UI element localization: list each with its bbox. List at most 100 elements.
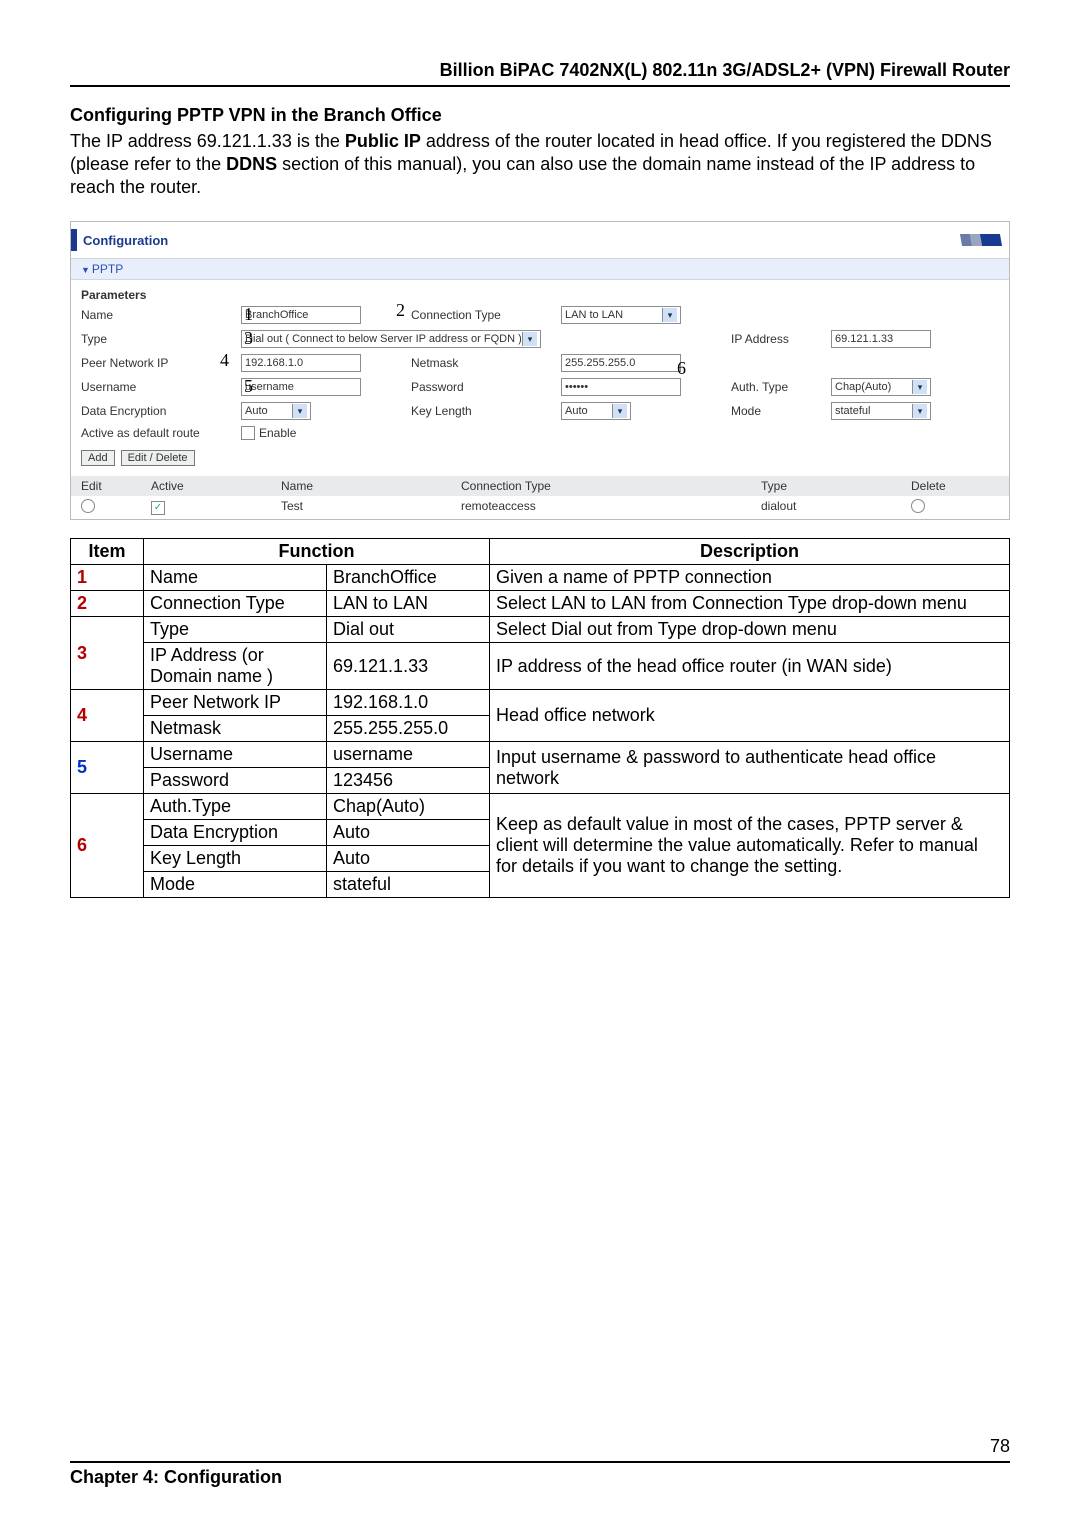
fn-name: IP Address (or Domain name ) [144,643,327,690]
enable-checkbox[interactable] [241,426,255,440]
netmask-input[interactable]: 255.255.255.0 [561,354,681,372]
key-length-label: Key Length [411,404,561,418]
table-row: 5 Username username Input username & pas… [71,742,1010,768]
fn-val: username [327,742,490,768]
description-table: Item Function Description 1 Name BranchO… [70,538,1010,898]
edit-radio[interactable] [81,499,95,513]
fn-val: 192.168.1.0 [327,690,490,716]
enable-label: Enable [259,426,296,440]
listing-row: ✓ Test remoteaccess dialout [71,496,1009,519]
chevron-down-icon: ▾ [912,380,927,394]
desc-1: Given a name of PPTP connection [490,565,1010,591]
body-paragraph: The IP address 69.121.1.33 is the Public… [70,130,1010,199]
type-value: Dial out ( Connect to below Server IP ad… [245,333,522,345]
netmask-label: Netmask [411,356,561,370]
fn-name: Mode [144,872,327,898]
add-button[interactable]: Add [81,450,115,466]
body-text-1: The IP address 69.121.1.33 is the [70,131,345,151]
mode-value: stateful [835,405,870,417]
section-title: Configuring PPTP VPN in the Branch Offic… [70,105,1010,126]
desc-6: Keep as default value in most of the cas… [490,794,1010,898]
table-row: 6 Auth.Type Chap(Auto) Keep as default v… [71,794,1010,820]
desc-3a: Select Dial out from Type drop-down menu [490,617,1010,643]
type-label: Type [81,332,241,346]
delete-radio[interactable] [911,499,925,513]
table-row: 3 Type Dial out Select Dial out from Typ… [71,617,1010,643]
pptp-tab-label: PPTP [92,262,123,276]
desc-5: Input username & password to authenticat… [490,742,1010,794]
parameters-section: Parameters 1 2 3 4 5 6 Name BranchOffice… [71,280,1009,476]
peer-ip-input[interactable]: 192.168.1.0 [241,354,361,372]
fn-val: LAN to LAN [327,591,490,617]
password-label: Password [411,380,561,394]
body-bold-2: DDNS [226,154,277,174]
chevron-down-icon: ▾ [292,404,307,418]
item-2: 2 [71,591,144,617]
brand-logo [961,234,1001,246]
name-input[interactable]: BranchOffice [241,306,361,324]
desc-4: Head office network [490,690,1010,742]
table-row: 1 Name BranchOffice Given a name of PPTP… [71,565,1010,591]
col-active: Active [151,479,281,493]
col-description: Description [490,539,1010,565]
col-item: Item [71,539,144,565]
data-encryption-label: Data Encryption [81,404,241,418]
fn-name: Name [144,565,327,591]
parameters-heading: Parameters [81,284,999,306]
table-row: 4 Peer Network IP 192.168.1.0 Head offic… [71,690,1010,716]
fn-val: Auto [327,846,490,872]
data-encryption-value: Auto [245,405,268,417]
col-delete: Delete [911,479,991,493]
fn-val: Chap(Auto) [327,794,490,820]
auth-type-value: Chap(Auto) [835,381,891,393]
listing-header: Edit Active Name Connection Type Type De… [71,476,1009,496]
item-4: 4 [71,690,144,742]
connection-type-select[interactable]: LAN to LAN ▾ [561,306,681,324]
peer-ip-label: Peer Network IP [81,356,241,370]
col-function: Function [144,539,490,565]
data-encryption-select[interactable]: Auto ▾ [241,402,311,420]
default-route-label: Active as default route [81,426,241,440]
desc-3b: IP address of the head office router (in… [490,643,1010,690]
form-grid: 1 2 3 4 5 6 Name BranchOffice Connection… [81,306,999,440]
fn-val: stateful [327,872,490,898]
name-label: Name [81,308,241,322]
mode-select[interactable]: stateful ▾ [831,402,931,420]
ip-address-input[interactable]: 69.121.1.33 [831,330,931,348]
body-bold-1: Public IP [345,131,421,151]
logo-shape-icon [980,234,1002,246]
document-header: Billion BiPAC 7402NX(L) 802.11n 3G/ADSL2… [70,60,1010,85]
mode-label: Mode [731,404,831,418]
col-edit: Edit [81,479,151,493]
button-row: Add Edit / Delete [81,450,999,466]
key-length-value: Auto [565,405,588,417]
fn-name: Auth.Type [144,794,327,820]
chapter-label: Chapter 4: Configuration [70,1467,1010,1488]
edit-delete-button[interactable]: Edit / Delete [121,450,195,466]
item-6: 6 [71,794,144,898]
col-conn: Connection Type [461,479,761,493]
pptp-tab[interactable]: PPTP [71,259,1009,280]
username-input[interactable]: username [241,378,361,396]
username-label: Username [81,380,241,394]
auth-type-select[interactable]: Chap(Auto) ▾ [831,378,931,396]
fn-name: Username [144,742,327,768]
row-type: dialout [761,499,911,516]
password-input[interactable]: •••••• [561,378,681,396]
fn-val: Auto [327,820,490,846]
active-checkbox[interactable]: ✓ [151,501,165,515]
page-footer: 78 Chapter 4: Configuration [70,1436,1010,1488]
divider [70,85,1010,87]
auth-type-label: Auth. Type [731,380,831,394]
table-row: 2 Connection Type LAN to LAN Select LAN … [71,591,1010,617]
col-type: Type [761,479,911,493]
type-select[interactable]: Dial out ( Connect to below Server IP ad… [241,330,541,348]
panel-title-group: Configuration [71,229,168,251]
fn-name: Netmask [144,716,327,742]
fn-name: Password [144,768,327,794]
key-length-select[interactable]: Auto ▾ [561,402,631,420]
item-3: 3 [71,617,144,690]
table-header-row: Item Function Description [71,539,1010,565]
divider [70,1461,1010,1463]
fn-val: 123456 [327,768,490,794]
